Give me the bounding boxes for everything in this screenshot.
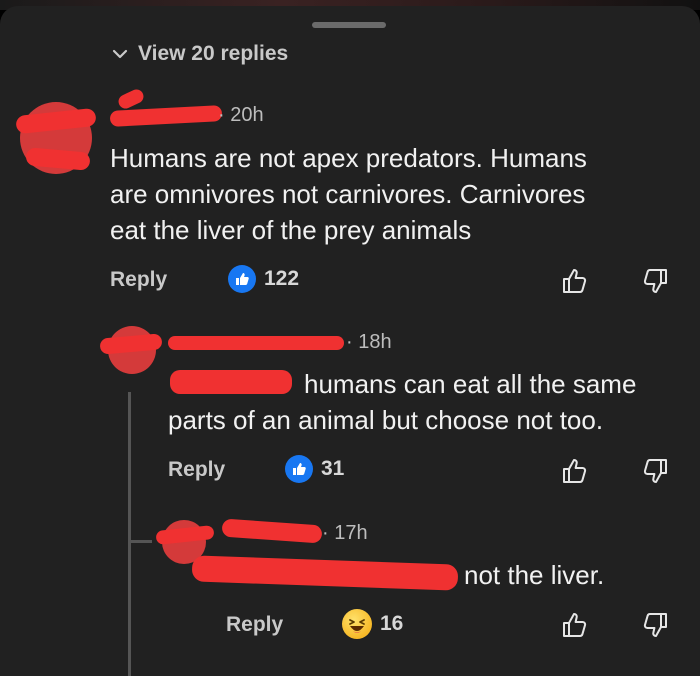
thumbs-down-icon[interactable] <box>640 266 670 296</box>
reply-button[interactable]: Reply <box>226 613 283 637</box>
reaction-count: 31 <box>321 457 345 480</box>
thread-line-branch <box>128 520 131 542</box>
redacted-author-name[interactable] <box>168 336 344 350</box>
drag-handle[interactable] <box>312 22 386 28</box>
comment-body: Humans are not apex predators. Humans ar… <box>110 143 587 245</box>
thread-line-branch <box>130 540 152 543</box>
comment-body: humans can eat all the same parts of an … <box>168 369 637 435</box>
comment-timestamp: · 17h <box>322 522 368 544</box>
reply-button[interactable]: Reply <box>168 458 225 482</box>
reaction-count: 122 <box>264 267 300 290</box>
reaction-summary[interactable]: 16 <box>342 609 403 639</box>
thumbs-up-icon[interactable] <box>560 266 590 296</box>
comment-body: not the liver. <box>464 560 605 590</box>
like-reaction-icon <box>228 265 256 293</box>
reaction-count: 16 <box>380 612 404 635</box>
reply-button[interactable]: Reply <box>110 268 167 292</box>
view-replies-label: View 20 replies <box>138 42 289 65</box>
thumbs-up-icon[interactable] <box>560 456 590 486</box>
like-reaction-icon <box>285 455 313 483</box>
reaction-summary[interactable]: 31 <box>285 455 344 483</box>
comment-timestamp: · 18h <box>346 331 392 353</box>
view-replies-button[interactable]: View 20 replies <box>110 40 288 68</box>
thumbs-down-icon[interactable] <box>640 456 670 486</box>
chevron-down-icon <box>112 49 128 59</box>
haha-reaction-icon <box>342 609 372 639</box>
reaction-summary[interactable]: 122 <box>228 265 299 293</box>
thumbs-up-icon[interactable] <box>560 610 590 640</box>
thumbs-down-icon[interactable] <box>640 610 670 640</box>
comment-timestamp: · 20h <box>218 104 264 126</box>
